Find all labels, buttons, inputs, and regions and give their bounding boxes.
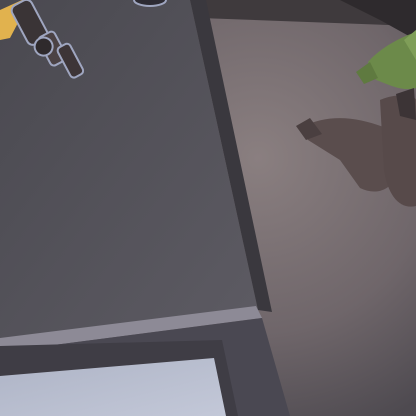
scene-render [0, 0, 416, 416]
weapon-grip [133, 0, 167, 7]
game-viewport[interactable] [0, 0, 416, 416]
